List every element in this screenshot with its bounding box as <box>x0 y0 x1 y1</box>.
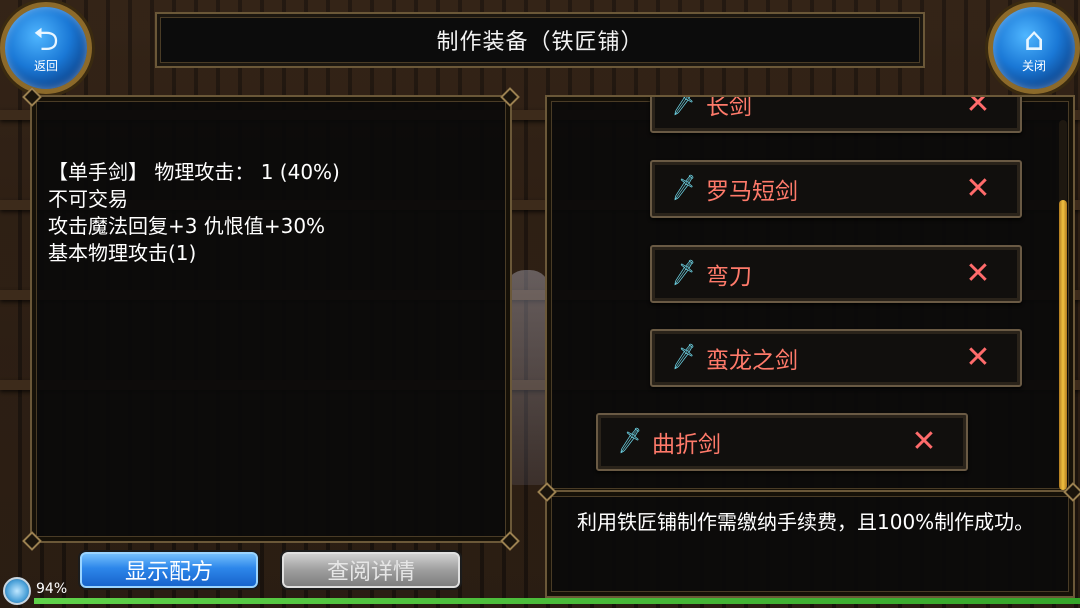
item-trade-line: 不可交易 <box>48 187 128 211</box>
close-x-icon: ✕ <box>965 171 991 206</box>
close-label: 关闭 <box>1021 58 1046 73</box>
item-stats-line: 【单手剑】 物理攻击： 1 (40%) <box>48 160 340 184</box>
recipe-item[interactable]: 🗡 长剑 ✕ <box>650 95 1022 133</box>
item-description-panel: 【单手剑】 物理攻击： 1 (40%) 不可交易 攻击魔法回复+3 仇恨值+30… <box>22 87 520 551</box>
close-button[interactable]: ⌂ 关闭 <box>988 2 1080 94</box>
recipe-scrollbar[interactable] <box>1059 120 1067 490</box>
back-label: 返回 <box>33 58 58 73</box>
sword-icon: 🗡 <box>613 426 646 457</box>
battery-icon <box>3 577 31 605</box>
view-details-button[interactable]: 查阅详情 <box>280 550 462 590</box>
page-title: 制作装备（铁匠铺） <box>436 30 644 55</box>
close-x-icon: ✕ <box>911 424 937 459</box>
item-description: 【单手剑】 物理攻击： 1 (40%) 不可交易 攻击魔法回复+3 仇恨值+30… <box>48 159 340 267</box>
recipe-name: 曲折剑 <box>652 432 721 458</box>
back-button[interactable]: ⮌ 返回 <box>0 2 92 94</box>
title-bar: 制作装备（铁匠铺） <box>155 12 925 68</box>
back-arrow-icon: ⮌ <box>33 19 59 58</box>
close-x-icon: ✕ <box>965 340 991 375</box>
item-bonus-line: 攻击魔法回复+3 仇恨值+30% <box>48 214 326 238</box>
recipe-name: 罗马短剑 <box>706 179 798 205</box>
battery-status: 94% <box>36 581 68 597</box>
recipe-item[interactable]: 🗡 弯刀 ✕ <box>650 245 1022 303</box>
recipe-item[interactable]: 🗡 罗马短剑 ✕ <box>650 160 1022 218</box>
recipe-name: 蛮龙之剑 <box>706 348 798 374</box>
recipe-list-panel[interactable]: 🗡 长剑 ✕ 🗡 罗马短剑 ✕ 🗡 弯刀 ✕ 🗡 蛮龙之剑 ✕ 🗡 曲折剑 ✕ <box>545 95 1075 495</box>
sword-icon: 🗡 <box>667 342 700 373</box>
scroll-thumb[interactable] <box>1059 200 1067 490</box>
recipe-name: 长剑 <box>706 95 752 120</box>
recipe-item-selected[interactable]: 🗡 曲折剑 ✕ <box>596 413 968 471</box>
recipe-name: 弯刀 <box>706 264 752 290</box>
info-text: 利用铁匠铺制作需缴纳手续费，且100%制作成功。 <box>577 510 1035 534</box>
show-recipe-button[interactable]: 显示配方 <box>78 550 260 590</box>
home-icon: ⌂ <box>1023 19 1045 58</box>
sword-icon: 🗡 <box>667 173 700 204</box>
sword-icon: 🗡 <box>667 95 700 119</box>
sword-icon: 🗡 <box>667 258 700 289</box>
item-base-line: 基本物理攻击(1) <box>48 241 197 265</box>
progress-bar <box>34 598 1080 604</box>
recipe-item[interactable]: 🗡 蛮龙之剑 ✕ <box>650 329 1022 387</box>
close-x-icon: ✕ <box>965 256 991 291</box>
info-panel: 利用铁匠铺制作需缴纳手续费，且100%制作成功。 <box>537 482 1080 598</box>
close-x-icon: ✕ <box>965 95 991 121</box>
